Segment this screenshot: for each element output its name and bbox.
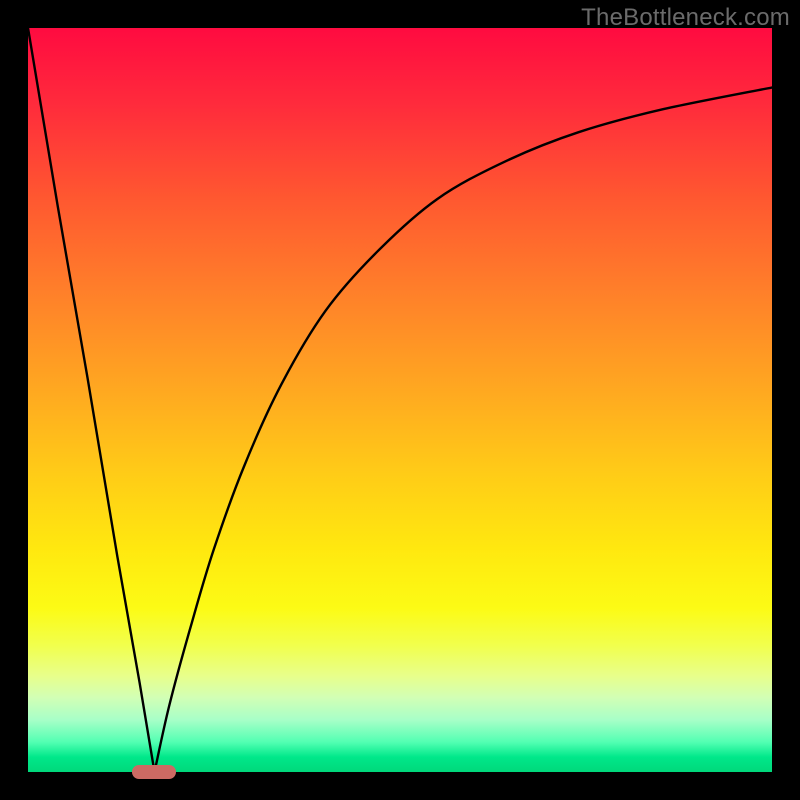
- watermark-text: TheBottleneck.com: [581, 4, 790, 32]
- left-curve: [28, 28, 155, 772]
- chart-frame: TheBottleneck.com: [0, 0, 800, 800]
- minimum-marker: [132, 765, 176, 779]
- plot-area: [28, 28, 772, 772]
- right-curve: [155, 88, 773, 773]
- curve-layer: [28, 28, 772, 772]
